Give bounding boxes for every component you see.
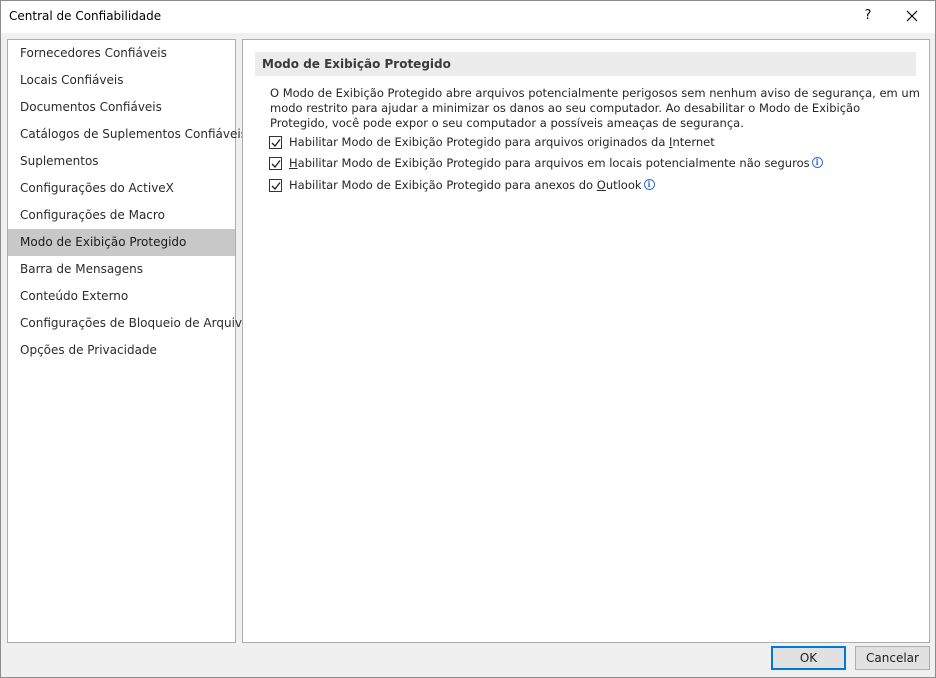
cancel-button[interactable]: Cancelar	[855, 646, 930, 670]
option-label: Habilitar Modo de Exibição Protegido par…	[289, 156, 823, 171]
title-bar: Central de Confiabilidade ?	[1, 1, 935, 33]
sidebar-item-documentos-confiaveis[interactable]: Documentos Confiáveis	[8, 94, 235, 121]
help-button[interactable]: ?	[853, 1, 883, 31]
checkmark-icon	[271, 182, 281, 190]
sidebar-item-barra-mensagens[interactable]: Barra de Mensagens	[8, 256, 235, 283]
sidebar-item-locais-confiaveis[interactable]: Locais Confiáveis	[8, 67, 235, 94]
checkmark-icon	[271, 160, 281, 168]
checkbox-outlook-attachments[interactable]	[269, 179, 282, 192]
section-title: Modo de Exibição Protegido	[255, 52, 916, 76]
close-icon	[906, 10, 918, 22]
sidebar-item-privacidade[interactable]: Opções de Privacidade	[8, 337, 235, 364]
option-label: Habilitar Modo de Exibição Protegido par…	[289, 178, 655, 193]
window-title: Central de Confiabilidade	[9, 9, 162, 23]
sidebar-item-modo-protegido[interactable]: Modo de Exibição Protegido	[8, 229, 235, 256]
trust-center-dialog: Central de Confiabilidade ? Fornecedores…	[0, 0, 936, 678]
sidebar-item-bloqueio-arquivo[interactable]: Configurações de Bloqueio de Arquivo	[8, 310, 249, 337]
info-icon[interactable]: i	[811, 157, 823, 168]
option-label: Habilitar Modo de Exibição Protegido par…	[289, 135, 715, 149]
content-panel: Modo de Exibição Protegido O Modo de Exi…	[242, 39, 930, 643]
sidebar-item-activex[interactable]: Configurações do ActiveX	[8, 175, 235, 202]
sidebar-item-conteudo-externo[interactable]: Conteúdo Externo	[8, 283, 235, 310]
info-icon[interactable]: i	[643, 179, 655, 190]
sidebar-item-macro[interactable]: Configurações de Macro	[8, 202, 235, 229]
section-description: O Modo de Exibição Protegido abre arquiv…	[270, 86, 920, 130]
checkbox-internet-files[interactable]	[269, 136, 282, 149]
ok-button[interactable]: OK	[771, 646, 846, 670]
close-button[interactable]	[897, 1, 927, 31]
sidebar-item-catalogos-suplementos[interactable]: Catálogos de Suplementos Confiáveis	[8, 121, 247, 148]
checkbox-unsafe-locations[interactable]	[269, 157, 282, 170]
checkmark-icon	[271, 139, 281, 147]
sidebar-item-fornecedores-confiaveis[interactable]: Fornecedores Confiáveis	[8, 40, 235, 67]
sidebar-item-suplementos[interactable]: Suplementos	[8, 148, 235, 175]
sidebar: Fornecedores Confiáveis Locais Confiávei…	[7, 39, 249, 643]
